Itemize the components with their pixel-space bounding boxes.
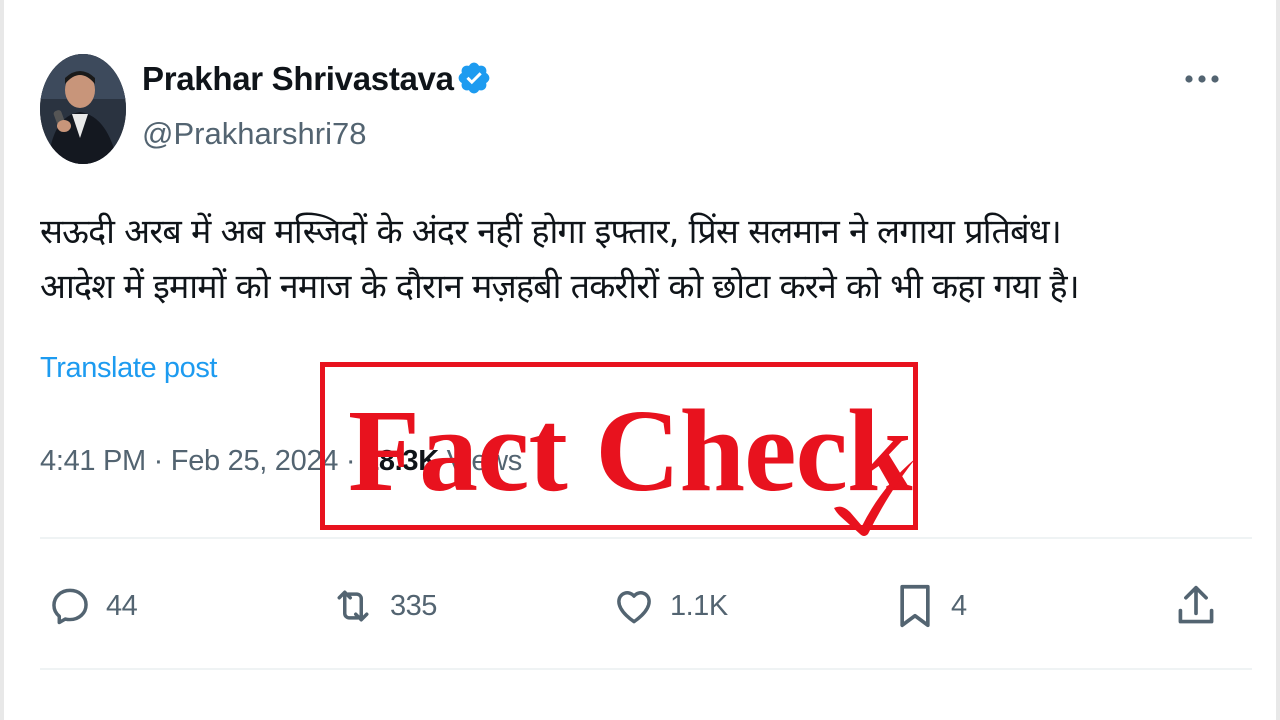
bookmark-icon (900, 584, 930, 628)
left-edge (0, 0, 4, 720)
tweet-text: सऊदी अरब में अब मस्जिदों के अंदर नहीं हो… (40, 205, 1240, 315)
tweet-screenshot: Prakhar Shrivastava @Prakharshri78 सऊदी … (0, 0, 1280, 720)
translate-post-link[interactable]: Translate post (40, 352, 217, 385)
verified-badge-icon (458, 62, 490, 94)
more-options-icon[interactable] (1184, 74, 1220, 84)
tweet-time[interactable]: 4:41 PM (40, 445, 146, 477)
reply-icon (52, 588, 88, 625)
meta-separator: · (153, 445, 164, 477)
share-button[interactable] (1174, 576, 1218, 636)
share-icon (1178, 585, 1214, 624)
tweet-text-line-1: सऊदी अरब में अब मस्जिदों के अंदर नहीं हो… (40, 212, 1062, 252)
tweet-date[interactable]: Feb 25, 2024 (171, 445, 339, 477)
repost-count: 335 (390, 589, 437, 622)
like-button[interactable]: 1.1K (612, 576, 728, 636)
like-icon (617, 591, 651, 624)
author-name[interactable]: Prakhar Shrivastava (142, 60, 454, 98)
avatar-photo (40, 54, 126, 164)
like-count: 1.1K (670, 589, 728, 622)
author-handle[interactable]: @Prakharshri78 (142, 116, 366, 152)
repost-icon (337, 590, 369, 622)
reply-count: 44 (106, 589, 138, 622)
avatar[interactable] (40, 54, 126, 164)
checkmark-icon (834, 458, 916, 536)
repost-button[interactable]: 335 (330, 576, 437, 636)
divider (40, 668, 1252, 670)
bookmark-button[interactable]: 4 (893, 576, 967, 636)
right-edge (1276, 0, 1280, 720)
tweet-text-line-2: आदेश में इमामों को नमाज के दौरान मज़हबी … (40, 267, 1080, 307)
divider (40, 537, 1252, 539)
bookmark-count: 4 (951, 589, 967, 622)
reply-button[interactable]: 44 (48, 576, 138, 636)
